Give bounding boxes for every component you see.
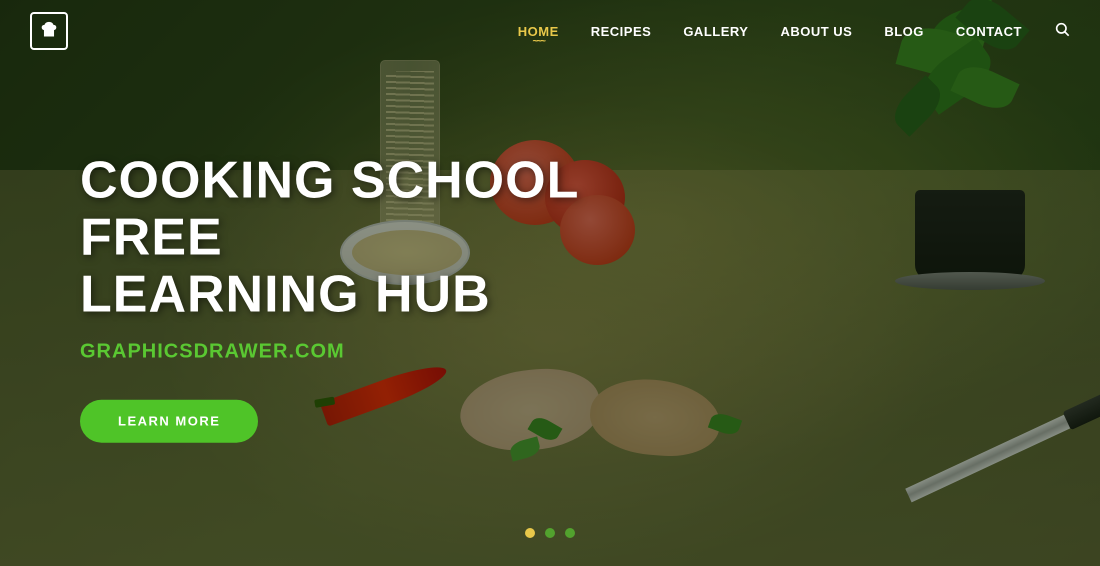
navbar: HOME ~~~ RECIPES GALLERY ABOUT US BLOG C… — [0, 0, 1100, 62]
slider-dot-2[interactable] — [545, 528, 555, 538]
slider-dot-1[interactable] — [525, 528, 535, 538]
hero-content: COOKING SCHOOL FREE LEARNING HUB GRAPHIC… — [80, 153, 660, 443]
chef-hat-svg — [38, 20, 60, 42]
nav-links: HOME ~~~ RECIPES GALLERY ABOUT US BLOG C… — [518, 21, 1070, 42]
logo — [30, 12, 68, 50]
nav-item-contact[interactable]: CONTACT — [956, 24, 1022, 39]
search-svg — [1054, 21, 1070, 37]
nav-underline: ~~~ — [532, 36, 544, 47]
nav-item-home[interactable]: HOME ~~~ — [518, 24, 559, 39]
nav-item-gallery[interactable]: GALLERY — [683, 24, 748, 39]
nav-item-blog[interactable]: BLOG — [884, 24, 924, 39]
nav-item-recipes[interactable]: RECIPES — [591, 24, 652, 39]
chef-hat-icon — [30, 12, 68, 50]
search-icon[interactable] — [1054, 21, 1070, 42]
learn-more-button[interactable]: LEARN MORE — [80, 399, 258, 442]
slider-dot-3[interactable] — [565, 528, 575, 538]
slider-dots — [525, 528, 575, 538]
hero-subtitle: GRAPHICSDRAWER.COM — [80, 340, 660, 363]
hero-section: HOME ~~~ RECIPES GALLERY ABOUT US BLOG C… — [0, 0, 1100, 566]
nav-item-about[interactable]: ABOUT US — [780, 24, 852, 39]
hero-title: COOKING SCHOOL FREE LEARNING HUB — [80, 153, 660, 325]
